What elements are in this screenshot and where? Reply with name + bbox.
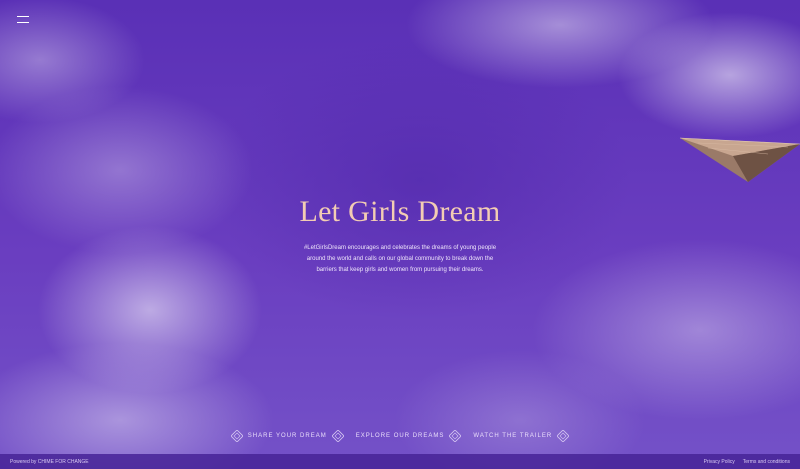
footer: Powered by CHIME FOR CHANGE Privacy Poli… [0,454,800,469]
action-bar: SHARE YOUR DREAM EXPLORE OUR DREAMS WATC… [0,430,800,442]
hero: Let Girls Dream #LetGirlsDream encourage… [0,195,800,276]
diamond-ornament-icon [557,430,570,442]
terms-link[interactable]: Terms and conditions [743,459,790,465]
explore-dreams-button[interactable]: EXPLORE OUR DREAMS [356,430,462,442]
share-dream-button[interactable]: SHARE YOUR DREAM [230,430,344,442]
diamond-ornament-icon [449,430,462,442]
menu-icon[interactable] [17,16,29,24]
paper-plane-icon [679,137,800,182]
page-title: Let Girls Dream [299,195,501,228]
diamond-ornament-icon [331,430,344,442]
footer-links: Privacy Policy Terms and conditions [704,459,790,465]
share-dream-label: SHARE YOUR DREAM [247,433,327,439]
watch-trailer-button[interactable]: WATCH THE TRAILER [473,430,570,442]
powered-by-text: Powered by CHIME FOR CHANGE [10,458,89,465]
diamond-ornament-icon [230,430,243,442]
explore-dreams-label: EXPLORE OUR DREAMS [355,433,445,439]
watch-trailer-label: WATCH THE TRAILER [473,433,553,439]
hero-description: #LetGirlsDream encourages and celebrates… [303,245,497,273]
privacy-policy-link[interactable]: Privacy Policy [704,459,735,465]
